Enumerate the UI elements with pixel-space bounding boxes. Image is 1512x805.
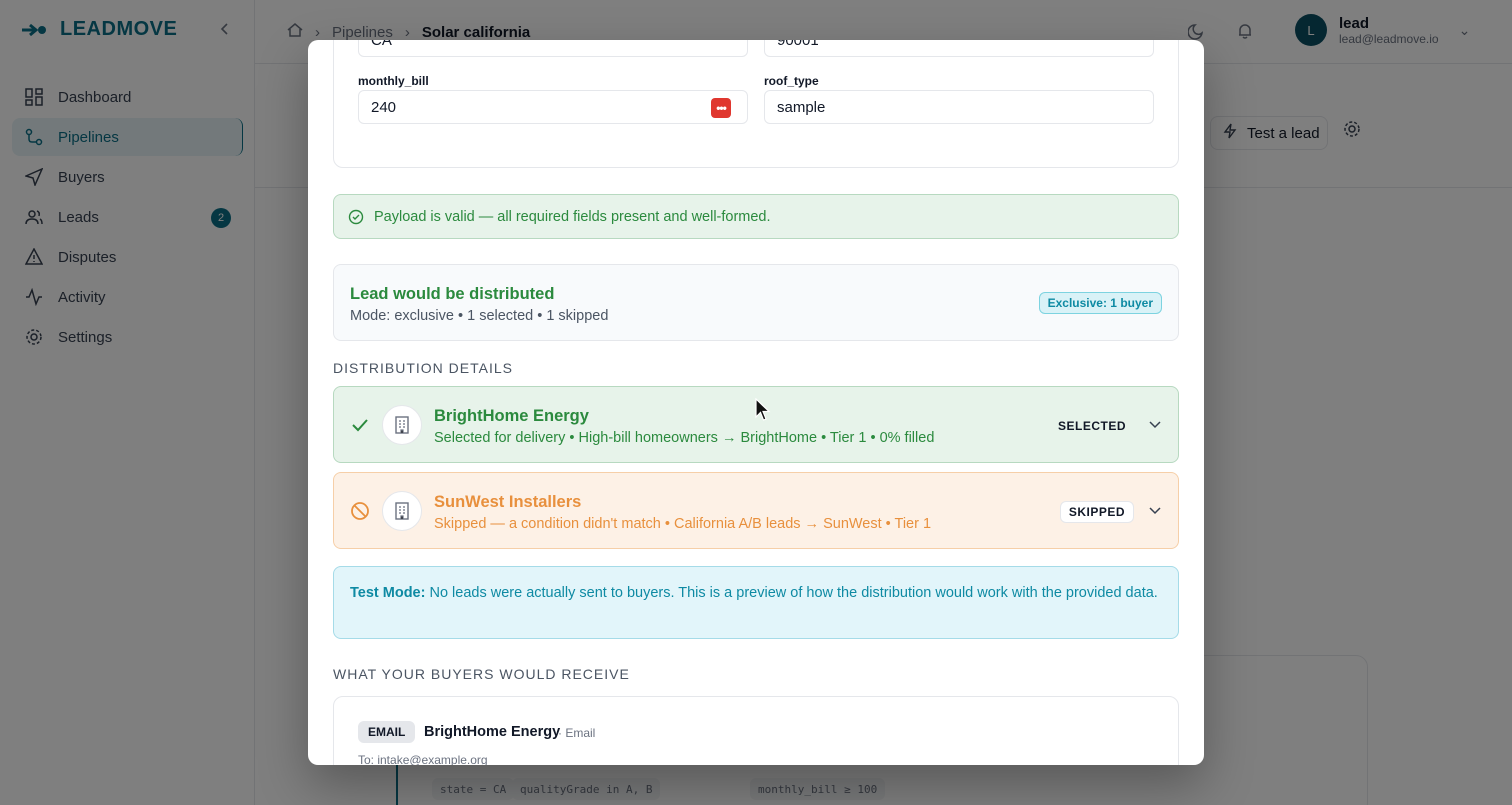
buyer-name: SunWest Installers (434, 493, 582, 511)
exclusive-badge: Exclusive: 1 buyer (1038, 292, 1162, 314)
validation-banner: Payload is valid — all required fields p… (333, 194, 1179, 239)
monthly-bill-label: monthly_bill (358, 74, 429, 88)
test-mode-label: Test Mode: (350, 585, 426, 601)
validation-message: Payload is valid — all required fields p… (374, 208, 771, 225)
check-circle-icon (348, 209, 364, 224)
mouse-cursor-icon (755, 398, 771, 421)
chevron-down-icon[interactable] (1148, 417, 1162, 431)
distribution-mode: Mode: exclusive • 1 selected • 1 skipped (350, 308, 609, 324)
state-input[interactable]: CA (358, 40, 748, 57)
roof-type-label: roof_type (764, 74, 819, 88)
building-icon (382, 491, 422, 531)
check-icon (350, 415, 370, 435)
monthly-bill-input[interactable]: 240 ••• (358, 90, 748, 124)
receive-channel-sub: · Email (558, 726, 596, 740)
monthly-bill-value: 240 (371, 98, 397, 116)
receive-title: WHAT YOUR BUYERS WOULD RECEIVE (333, 666, 630, 682)
buyer-row-sunwest[interactable]: SunWest Installers Skipped — a condition… (333, 472, 1179, 549)
distribution-details-title: DISTRIBUTION DETAILS (333, 360, 513, 376)
receive-buyer-name: BrightHome Energy (424, 724, 561, 740)
receive-recipient: To: intake@example.org (358, 753, 488, 765)
buyer-detail: Selected for delivery • High-bill homeow… (434, 430, 935, 446)
distribution-title: Lead would be distributed (350, 285, 555, 303)
zip-input[interactable]: 90001 (764, 40, 1154, 57)
building-icon (382, 405, 422, 445)
more-options-icon[interactable]: ••• (711, 98, 731, 118)
channel-badge: EMAIL (358, 721, 416, 743)
ban-icon (350, 501, 370, 521)
test-mode-text: No leads were actually sent to buyers. T… (425, 585, 1158, 601)
test-mode-banner: Test Mode: No leads were actually sent t… (333, 566, 1179, 639)
buyer-name: BrightHome Energy (434, 407, 589, 425)
status-badge: SKIPPED (1059, 501, 1134, 523)
status-badge: SELECTED (1049, 415, 1134, 437)
lead-fields-card: CA 90001 monthly_bill 240 ••• roof_type … (333, 40, 1179, 168)
distribution-summary: Lead would be distributed Mode: exclusiv… (333, 264, 1179, 341)
buyer-payload-card: EMAIL BrightHome Energy · Email To: inta… (333, 696, 1179, 765)
buyer-detail: Skipped — a condition didn't match • Cal… (434, 516, 932, 532)
roof-type-input[interactable]: sample (764, 90, 1154, 124)
chevron-down-icon[interactable] (1148, 503, 1162, 517)
